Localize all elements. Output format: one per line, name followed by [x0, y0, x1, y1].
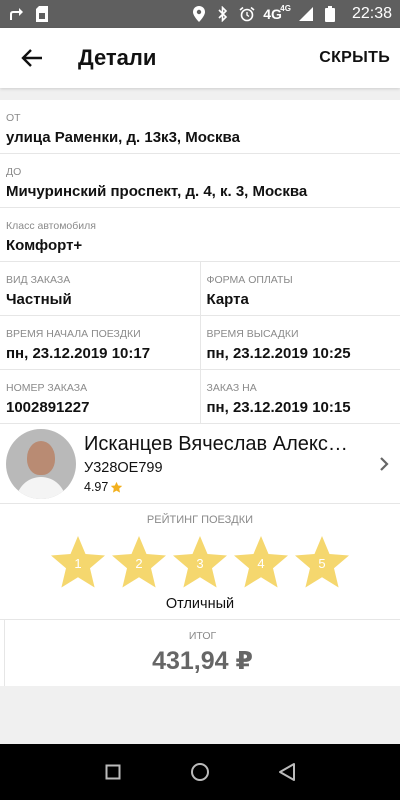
signal-icon	[298, 6, 314, 22]
from-row: ОТ улица Раменки, д. 13к3, Москва	[0, 100, 400, 154]
ordered-for-label: ЗАКАЗ НА	[206, 382, 257, 394]
driver-row[interactable]: Исканцев Вячеслав Алекс… У328ОЕ799 4.97	[0, 424, 400, 504]
dropoff-time-value: пн, 23.12.2019 10:25	[206, 345, 351, 362]
dropoff-time-label: ВРЕМЯ ВЫСАДКИ	[206, 328, 299, 340]
total-block: ИТОГ 431,94 ₽	[4, 620, 400, 686]
rating-result-text: Отличный	[165, 596, 235, 612]
payment-value: Карта	[206, 291, 249, 308]
payment-label: ФОРМА ОПЛАТЫ	[206, 274, 293, 286]
order-type-value: Частный	[6, 291, 72, 308]
dropoff-time-cell: ВРЕМЯ ВЫСАДКИ пн, 23.12.2019 10:25	[199, 316, 400, 369]
rating-star-1[interactable]: 1	[49, 534, 107, 590]
to-value: Мичуринский проспект, д. 4, к. 3, Москва	[6, 183, 308, 200]
arrow-back-icon	[21, 49, 42, 67]
star-icon	[111, 481, 123, 493]
hide-button[interactable]: СКРЫТЬ	[319, 49, 390, 67]
car-class-label: Класс автомобиля	[6, 220, 96, 232]
page-title: Детали	[78, 45, 157, 70]
order-type-label: ВИД ЗАКАЗА	[6, 274, 71, 286]
triangle-back-icon	[278, 763, 295, 781]
recent-apps-button[interactable]	[93, 752, 133, 792]
times-row: ВРЕМЯ НАЧАЛА ПОЕЗДКИ пн, 23.12.2019 10:1…	[0, 316, 400, 370]
rating-star-5[interactable]: 5	[293, 534, 351, 590]
rating-stars: 1 2 3 4 5	[0, 534, 400, 590]
trip-rating: РЕЙТИНГ ПОЕЗДКИ 1 2 3 4 5 Отличный	[0, 504, 400, 620]
total-value: 431,94 ₽	[152, 647, 253, 675]
share-icon	[8, 6, 24, 22]
circle-icon	[190, 763, 209, 781]
order-type-payment-row: ВИД ЗАКАЗА Частный ФОРМА ОПЛАТЫ Карта	[0, 262, 400, 316]
bluetooth-icon	[215, 6, 231, 22]
from-label: ОТ	[6, 112, 21, 124]
from-value: улица Раменки, д. 13к3, Москва	[6, 129, 240, 146]
order-number-value: 1002891227	[6, 399, 90, 416]
app-bar: Детали СКРЫТЬ	[0, 28, 400, 88]
trip-rating-title: РЕЙТИНГ ПОЕЗДКИ	[146, 514, 254, 526]
driver-rating: 4.97	[84, 480, 374, 494]
order-number-row: НОМЕР ЗАКАЗА 1002891227 ЗАКАЗ НА пн, 23.…	[0, 370, 400, 424]
payment-cell: ФОРМА ОПЛАТЫ Карта	[199, 262, 400, 315]
driver-car-plate: У328ОЕ799	[84, 460, 163, 476]
back-button[interactable]	[10, 36, 54, 80]
network-type: 4G 4G	[263, 4, 291, 22]
battery-icon	[322, 6, 338, 22]
driver-rating-value: 4.97	[84, 480, 109, 494]
start-time-cell: ВРЕМЯ НАЧАЛА ПОЕЗДКИ пн, 23.12.2019 10:1…	[0, 316, 200, 369]
status-time: 22:38	[351, 5, 392, 22]
car-class-value: Комфорт+	[6, 237, 83, 254]
trip-details: ОТ улица Раменки, д. 13к3, Москва ДО Мич…	[0, 100, 400, 686]
start-time-value: пн, 23.12.2019 10:17	[6, 345, 151, 362]
status-bar: 4G 4G 22:38	[0, 0, 400, 28]
rating-star-3[interactable]: 3	[171, 534, 229, 590]
alarm-icon	[239, 6, 255, 22]
rating-star-4[interactable]: 4	[232, 534, 290, 590]
start-time-label: ВРЕМЯ НАЧАЛА ПОЕЗДКИ	[6, 328, 141, 340]
order-number-cell: НОМЕР ЗАКАЗА 1002891227	[0, 370, 200, 423]
ordered-for-value: пн, 23.12.2019 10:15	[206, 399, 351, 416]
sim-icon	[34, 6, 50, 22]
total-label: ИТОГ	[188, 630, 217, 642]
chevron-right-icon	[374, 452, 394, 476]
system-nav-bar	[0, 744, 400, 800]
to-row: ДО Мичуринский проспект, д. 4, к. 3, Мос…	[0, 154, 400, 208]
home-button[interactable]	[180, 752, 220, 792]
driver-name: Исканцев Вячеслав Алекс…	[84, 433, 348, 455]
ordered-for-cell: ЗАКАЗ НА пн, 23.12.2019 10:15	[199, 370, 400, 423]
order-type-cell: ВИД ЗАКАЗА Частный	[0, 262, 200, 315]
location-icon	[191, 6, 207, 22]
system-back-button[interactable]	[267, 752, 307, 792]
to-label: ДО	[6, 166, 22, 178]
order-number-label: НОМЕР ЗАКАЗА	[6, 382, 88, 394]
square-icon	[105, 764, 121, 780]
driver-info: Исканцев Вячеслав Алекс… У328ОЕ799 4.97	[84, 433, 374, 494]
car-class-row: Класс автомобиля Комфорт+	[0, 208, 400, 262]
rating-star-2[interactable]: 2	[110, 534, 168, 590]
driver-avatar	[6, 428, 76, 499]
